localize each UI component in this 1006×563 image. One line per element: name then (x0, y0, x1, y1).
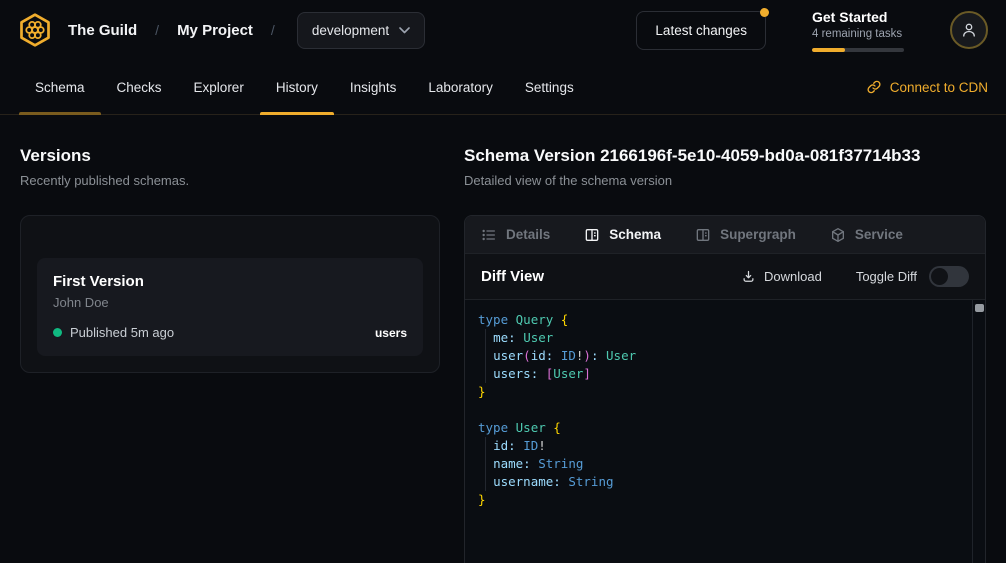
nav-tab-label: Schema (35, 80, 85, 95)
breadcrumb-project[interactable]: My Project (177, 22, 253, 39)
tab-service[interactable]: Service (830, 227, 903, 243)
schema-version-title: Schema Version 2166196f-5e10-4059-bd0a-0… (464, 145, 986, 167)
nav-tab-label: Settings (525, 80, 574, 95)
main-content: Versions Recently published schemas. Fir… (0, 115, 1006, 563)
download-icon (741, 269, 756, 284)
person-icon (960, 21, 978, 39)
hive-hexagon-icon (17, 12, 53, 48)
list-icon (481, 227, 497, 243)
nav-tab-settings[interactable]: Settings (509, 60, 590, 114)
chevron-down-icon (399, 27, 410, 34)
code-scrollbar[interactable] (972, 300, 985, 563)
version-list-item[interactable]: First Version John Doe Published 5m ago … (37, 258, 423, 356)
app-root: The Guild / My Project / development Lat… (0, 0, 1006, 563)
tab-label: Service (855, 227, 903, 242)
get-started-title: Get Started (812, 9, 904, 26)
published-status-dot (53, 328, 62, 337)
nav-tab-label: History (276, 80, 318, 95)
get-started-widget[interactable]: Get Started 4 remaining tasks (812, 9, 904, 52)
tab-label: Details (506, 227, 550, 242)
tab-label: Schema (609, 227, 661, 242)
tab-details[interactable]: Details (481, 227, 550, 243)
diff-view-header: Diff View Download Toggle Diff (465, 254, 985, 300)
schema-detail-panel: Details Schema (464, 215, 986, 563)
versions-subtitle: Recently published schemas. (20, 172, 440, 189)
schema-version-panel: Schema Version 2166196f-5e10-4059-bd0a-0… (464, 115, 1006, 563)
tab-label: Supergraph (720, 227, 796, 242)
latest-changes-button[interactable]: Latest changes (636, 11, 766, 50)
version-name: First Version (53, 272, 407, 291)
connect-to-cdn-label: Connect to CDN (890, 80, 988, 95)
header-right-group: Latest changes Get Started 4 remaining t… (636, 9, 988, 52)
nav-tab-schema[interactable]: Schema (19, 60, 101, 114)
primary-nav: Schema Checks Explorer History Insights … (0, 60, 1006, 115)
breadcrumb-separator: / (155, 22, 159, 38)
versions-title: Versions (20, 145, 440, 167)
nav-tab-history[interactable]: History (260, 60, 334, 114)
schema-detail-tabs: Details Schema (465, 216, 985, 254)
version-status-text: Published 5m ago (70, 325, 174, 340)
notification-dot (760, 8, 769, 17)
app-header: The Guild / My Project / development Lat… (0, 0, 1006, 60)
versions-list: First Version John Doe Published 5m ago … (20, 215, 440, 373)
nav-tab-label: Explorer (194, 80, 244, 95)
columns-icon (584, 227, 600, 243)
get-started-progress-fill (812, 48, 845, 52)
versions-panel: Versions Recently published schemas. Fir… (0, 115, 464, 563)
diff-view-title: Diff View (481, 268, 544, 285)
nav-tab-label: Checks (117, 80, 162, 95)
cube-icon (830, 227, 846, 243)
link-icon (866, 79, 882, 95)
diff-view-actions: Download Toggle Diff (741, 266, 969, 287)
code-scrollbar-thumb[interactable] (975, 304, 984, 312)
guild-logo[interactable] (16, 11, 54, 49)
latest-changes-label: Latest changes (655, 23, 747, 38)
version-author: John Doe (53, 294, 407, 311)
nav-tab-checks[interactable]: Checks (101, 60, 178, 114)
toggle-knob (931, 268, 948, 285)
nav-tab-label: Laboratory (428, 80, 493, 95)
schema-code[interactable]: type Query { me: User user(id: ID!): Use… (465, 300, 985, 520)
version-service-badge: users (375, 326, 407, 340)
version-status-row: Published 5m ago users (53, 325, 407, 340)
download-button[interactable]: Download (741, 269, 822, 284)
tab-supergraph[interactable]: Supergraph (695, 227, 796, 243)
nav-tab-insights[interactable]: Insights (334, 60, 413, 114)
nav-tab-label: Insights (350, 80, 397, 95)
connect-to-cdn-link[interactable]: Connect to CDN (866, 60, 988, 114)
schema-code-area: type Query { me: User user(id: ID!): Use… (465, 300, 985, 563)
breadcrumb-org[interactable]: The Guild (68, 22, 137, 39)
user-avatar[interactable] (950, 11, 988, 49)
get-started-subtitle: 4 remaining tasks (812, 27, 904, 42)
environment-dropdown[interactable]: development (297, 12, 425, 49)
toggle-diff-label: Toggle Diff (856, 269, 917, 284)
breadcrumb-separator: / (271, 22, 275, 38)
tab-schema[interactable]: Schema (584, 227, 661, 243)
nav-tab-explorer[interactable]: Explorer (178, 60, 260, 114)
download-label: Download (764, 269, 822, 284)
get-started-progressbar (812, 48, 904, 52)
environment-dropdown-label: development (312, 23, 389, 38)
nav-tab-laboratory[interactable]: Laboratory (412, 60, 509, 114)
columns-icon (695, 227, 711, 243)
breadcrumb: The Guild / My Project / (68, 22, 275, 39)
schema-version-subtitle: Detailed view of the schema version (464, 172, 986, 189)
toggle-diff-switch[interactable] (929, 266, 969, 287)
